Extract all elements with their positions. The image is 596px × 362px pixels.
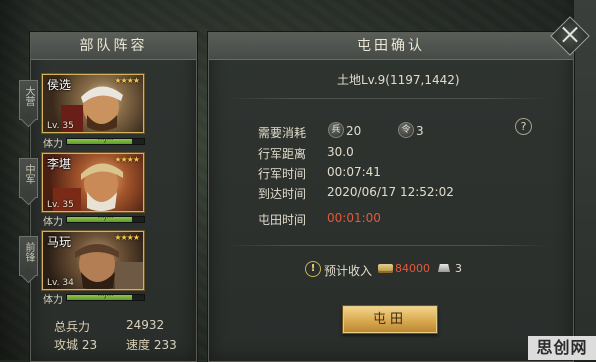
farm-confirm-button[interactable]: 屯田 xyxy=(342,305,438,334)
hero-name: 李堪 xyxy=(47,157,72,171)
troop-lineup-title: 部队阵容 xyxy=(31,33,196,60)
cost-label: 需要消耗 xyxy=(258,126,307,140)
cost-value-1: 20 xyxy=(346,124,362,138)
watermark-logo: 思创网 xyxy=(528,336,596,360)
land-info: 土地Lv.9(1197,1442) xyxy=(337,73,460,87)
hp-bar: ···/··· xyxy=(66,214,145,223)
hp-bar: ···/··· xyxy=(66,292,145,301)
hero-card-likan[interactable]: 李堪 ★★★★ Lv. 35 xyxy=(42,153,144,212)
arrival-time-value: 2020/06/17 12:52:02 xyxy=(327,185,454,199)
silver-ingot-icon xyxy=(438,264,450,272)
income-value-1: 84000 xyxy=(395,262,430,275)
hero-stars: ★★★★ xyxy=(114,233,140,242)
farming-confirm-title: 屯田确认 xyxy=(209,33,573,60)
command-token-icon: 令 xyxy=(398,122,414,138)
march-time-value: 00:07:41 xyxy=(327,165,381,179)
help-icon[interactable]: ? xyxy=(515,118,532,135)
divider xyxy=(225,98,550,99)
hero-level: Lv. 34 xyxy=(47,278,74,288)
total-troops-value: 24932 xyxy=(126,318,165,332)
hero-level: Lv. 35 xyxy=(47,200,74,210)
warning-icon: ! xyxy=(305,261,321,277)
hero-stars: ★★★★ xyxy=(114,155,140,164)
position-tag-center: 中军 xyxy=(19,158,38,198)
hero-level: Lv. 35 xyxy=(47,121,74,131)
hp-label: 体力 xyxy=(43,217,63,228)
cost-value-2: 3 xyxy=(416,124,424,138)
siege-stat: 攻城 23 xyxy=(54,338,98,352)
hero-name: 马玩 xyxy=(47,235,72,249)
position-tag-camp: 大营 xyxy=(19,80,38,120)
arrival-time-label: 到达时间 xyxy=(258,187,307,201)
march-time-label: 行军时间 xyxy=(258,167,307,181)
position-tag-vanguard: 前锋 xyxy=(19,236,38,276)
farm-time-value: 00:01:00 xyxy=(327,211,381,225)
distance-value: 30.0 xyxy=(327,145,354,159)
farm-time-label: 屯田时间 xyxy=(258,213,307,227)
divider xyxy=(225,245,550,246)
total-troops-stat: 总兵力 xyxy=(54,320,91,334)
speed-stat: 速度 233 xyxy=(126,338,177,352)
hero-stars: ★★★★ xyxy=(114,76,140,85)
right-edge-strip xyxy=(574,0,596,360)
hero-name: 侯选 xyxy=(47,78,72,92)
hp-bar: ···/··· xyxy=(66,136,145,145)
income-label: 预计收入 xyxy=(324,264,373,278)
troop-token-icon: 兵 xyxy=(328,122,344,138)
hp-label: 体力 xyxy=(43,295,63,306)
hero-card-houxuan[interactable]: 侯选 ★★★★ Lv. 35 xyxy=(42,74,144,133)
grain-scroll-icon xyxy=(378,264,393,273)
hp-label: 体力 xyxy=(43,139,63,150)
income-value-2: 3 xyxy=(455,262,462,275)
distance-label: 行军距离 xyxy=(258,147,307,161)
hero-card-mawan[interactable]: 马玩 ★★★★ Lv. 34 xyxy=(42,231,144,290)
